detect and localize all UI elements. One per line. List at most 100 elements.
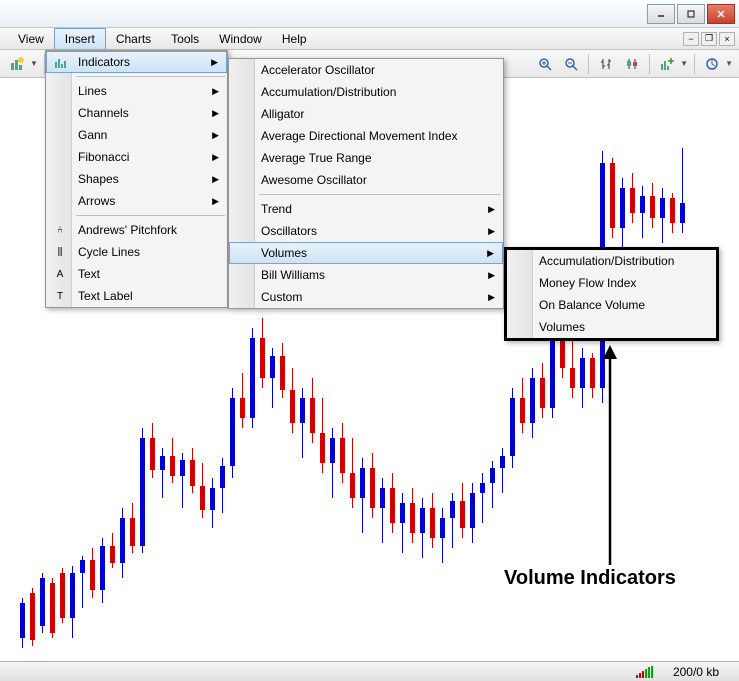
annotation-text: Volume Indicators <box>504 567 676 590</box>
menu-separator <box>76 76 225 77</box>
child-restore-button[interactable]: ❐ <box>701 32 717 46</box>
menu-label: Text Label <box>78 289 133 303</box>
menu-label: Accumulation/Distribution <box>539 254 674 268</box>
menu-item-fibonacci[interactable]: Fibonacci ▶ <box>46 146 227 168</box>
toolbar-separator <box>649 54 650 74</box>
menu-item-shapes[interactable]: Shapes ▶ <box>46 168 227 190</box>
text-label-icon: T <box>52 288 68 304</box>
menu-item-custom[interactable]: Custom ▶ <box>229 286 503 308</box>
submenu-arrow-icon: ▶ <box>488 270 495 281</box>
zoom-out-icon[interactable] <box>560 53 582 75</box>
status-text: 200/0 kb <box>673 665 719 679</box>
child-minimize-button[interactable]: − <box>683 32 699 46</box>
menu-item-atr[interactable]: Average True Range <box>229 147 503 169</box>
menu-label: Average Directional Movement Index <box>261 129 458 143</box>
pitchfork-icon: ⑃ <box>52 222 68 238</box>
menu-help[interactable]: Help <box>272 28 317 49</box>
menu-view[interactable]: View <box>8 28 54 49</box>
menu-label: Alligator <box>261 107 304 121</box>
menu-item-awesome-oscillator[interactable]: Awesome Oscillator <box>229 169 503 191</box>
menu-item-gann[interactable]: Gann▶ <box>46 124 227 146</box>
menu-label: Volumes <box>261 246 307 260</box>
menu-label: Indicators <box>78 55 130 69</box>
menu-item-andrews-pitchfork[interactable]: ⑃ Andrews' Pitchfork <box>46 219 227 241</box>
text-icon: A <box>52 266 68 282</box>
child-window-controls: − ❐ × <box>683 28 739 49</box>
menu-label: Volumes <box>539 320 585 334</box>
child-close-button[interactable]: × <box>719 32 735 46</box>
submenu-arrow-icon: ▶ <box>211 57 218 68</box>
menu-item-money-flow-index[interactable]: Money Flow Index <box>507 272 716 294</box>
menu-label: Bill Williams <box>261 268 325 282</box>
menu-label: Accumulation/Distribution <box>261 85 396 99</box>
menu-item-bill-williams[interactable]: Bill Williams ▶ <box>229 264 503 286</box>
menu-label: Andrews' Pitchfork <box>78 223 177 237</box>
dropdown-indicators: Accelerator Oscillator Accumulation/Dist… <box>228 58 504 309</box>
minimize-button[interactable] <box>647 4 675 24</box>
dropdown-volumes: Accumulation/Distribution Money Flow Ind… <box>504 247 719 341</box>
menu-tools[interactable]: Tools <box>161 28 209 49</box>
submenu-arrow-icon: ▶ <box>488 204 495 215</box>
toolbar-dropdown-arrow-icon[interactable]: ▼ <box>30 59 38 68</box>
add-indicator-icon[interactable] <box>656 53 678 75</box>
menu-insert[interactable]: Insert <box>54 28 106 49</box>
menu-item-text-label[interactable]: T Text Label <box>46 285 227 307</box>
chart-type-candle-icon[interactable] <box>621 53 643 75</box>
menu-item-volumes[interactable]: Volumes▶ <box>229 242 503 264</box>
submenu-arrow-icon: ▶ <box>212 152 219 163</box>
menu-label: Lines <box>78 84 107 98</box>
period-icon[interactable] <box>701 53 723 75</box>
menu-window[interactable]: Window <box>209 28 272 49</box>
menu-label: Accelerator Oscillator <box>261 63 375 77</box>
menu-item-on-balance-volume[interactable]: On Balance Volume <box>507 294 716 316</box>
menu-label: On Balance Volume <box>539 298 645 312</box>
menu-item-alligator[interactable]: Alligator <box>229 103 503 125</box>
submenu-arrow-icon: ▶ <box>212 130 219 141</box>
submenu-arrow-icon: ▶ <box>212 174 219 185</box>
dropdown-insert: Indicators ▶ Lines ▶ Channels ▶ Gann▶ Fibo… <box>45 50 228 308</box>
menu-label: Trend <box>261 202 292 216</box>
menu-label: Channels <box>78 106 129 120</box>
menu-item-cycle-lines[interactable]: ⫼Cycle Lines <box>46 241 227 263</box>
menu-item-accumulation-distribution[interactable]: Accumulation/Distribution <box>229 81 503 103</box>
menu-label: Oscillators <box>261 224 317 238</box>
menu-label: Fibonacci <box>78 150 129 164</box>
menu-item-trend[interactable]: Trend ▶ <box>229 198 503 220</box>
menu-item-channels[interactable]: Channels ▶ <box>46 102 227 124</box>
toolbar-separator <box>588 54 589 74</box>
menu-label: Awesome Oscillator <box>261 173 367 187</box>
close-button[interactable] <box>707 4 735 24</box>
menu-item-adx[interactable]: Average Directional Movement Index <box>229 125 503 147</box>
menu-item-accumulation-distribution[interactable]: Accumulation/Distribution <box>507 250 716 272</box>
menu-item-accelerator-oscillator[interactable]: Accelerator Oscillator <box>229 59 503 81</box>
menu-item-text[interactable]: A Text <box>46 263 227 285</box>
toolbar-dropdown-arrow-icon[interactable]: ▼ <box>725 59 733 68</box>
menubar: View Insert Charts Tools Window Help − ❐… <box>0 28 739 50</box>
submenu-arrow-icon: ▶ <box>488 292 495 303</box>
menu-item-indicators[interactable]: Indicators ▶ <box>46 51 227 73</box>
annotation-arrow-icon <box>560 345 660 575</box>
menu-charts[interactable]: Charts <box>106 28 161 49</box>
menu-label: Average True Range <box>261 151 372 165</box>
menu-item-oscillators[interactable]: Oscillators▶ <box>229 220 503 242</box>
menu-label: Shapes <box>78 172 119 186</box>
zoom-in-icon[interactable] <box>534 53 556 75</box>
toolbar-new-chart-icon[interactable] <box>6 53 28 75</box>
submenu-arrow-icon: ▶ <box>212 86 219 97</box>
toolbar-separator <box>694 54 695 74</box>
menu-item-lines[interactable]: Lines ▶ <box>46 80 227 102</box>
menu-separator <box>76 215 225 216</box>
chart-type-bar-icon[interactable] <box>595 53 617 75</box>
menu-label: Text <box>78 267 100 281</box>
menu-item-volumes[interactable]: Volumes <box>507 316 716 338</box>
connection-bars-icon <box>636 666 653 678</box>
menu-separator <box>259 194 501 195</box>
menu-label: Money Flow Index <box>539 276 636 290</box>
menu-item-arrows[interactable]: Arrows▶ <box>46 190 227 212</box>
menu-label: Custom <box>261 290 302 304</box>
submenu-arrow-icon: ▶ <box>212 108 219 119</box>
cycle-lines-icon: ⫼ <box>52 244 68 260</box>
maximize-button[interactable] <box>677 4 705 24</box>
indicators-icon <box>53 54 69 70</box>
toolbar-dropdown-arrow-icon[interactable]: ▼ <box>680 59 688 68</box>
